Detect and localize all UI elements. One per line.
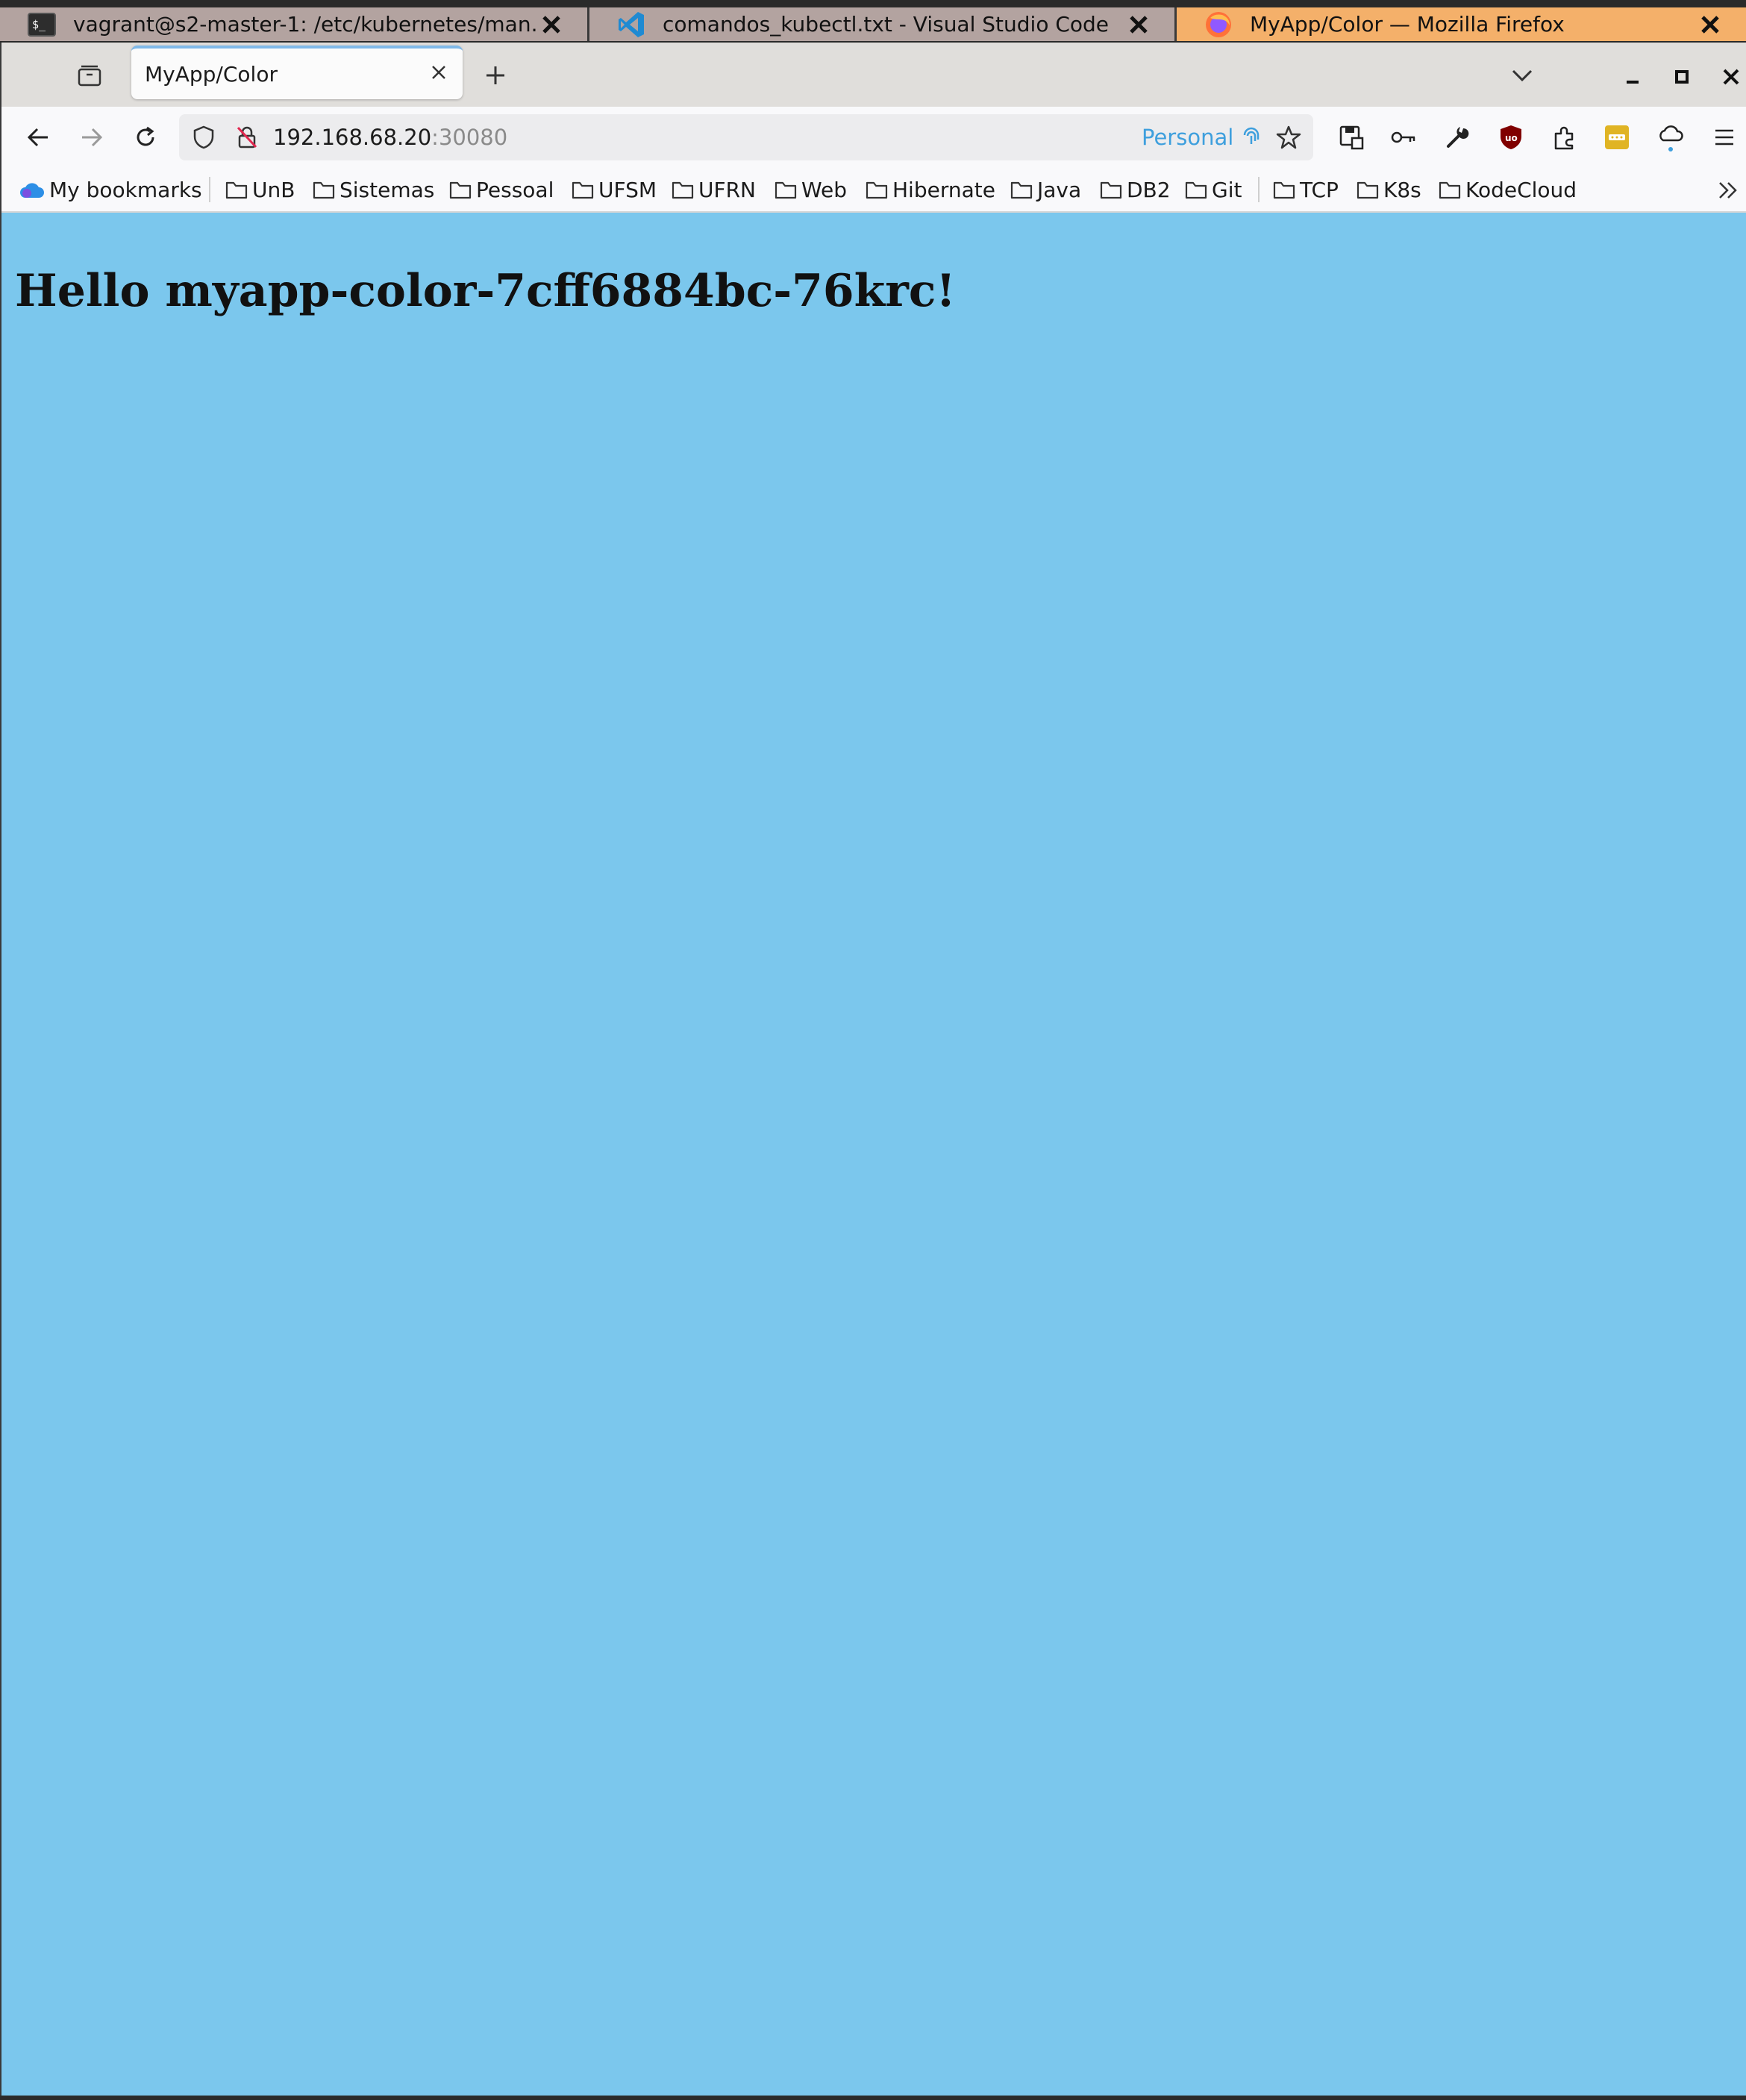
save-to-device-icon[interactable] bbox=[1334, 120, 1368, 154]
tab-overview-icon[interactable] bbox=[73, 59, 106, 92]
svg-text:uo: uo bbox=[1505, 133, 1518, 143]
bookmark-label: TCP bbox=[1300, 177, 1339, 202]
url-port: :30080 bbox=[431, 125, 508, 150]
fingerprint-icon bbox=[1239, 125, 1264, 150]
bookmark-folder-web[interactable]: Web bbox=[775, 175, 847, 204]
bookmark-label: KodeCloud bbox=[1465, 177, 1577, 202]
folder-icon bbox=[1010, 181, 1033, 199]
bookmark-folder-sistemas[interactable]: Sistemas bbox=[313, 175, 434, 204]
bookmark-label: Web bbox=[801, 177, 848, 202]
close-icon[interactable] bbox=[536, 10, 566, 40]
bookmark-star-icon[interactable] bbox=[1273, 122, 1304, 153]
close-icon[interactable] bbox=[1716, 62, 1746, 92]
bookmark-my-bookmarks[interactable]: My bookmarks bbox=[19, 175, 202, 204]
folder-icon bbox=[449, 181, 472, 199]
plus-icon[interactable] bbox=[479, 59, 512, 92]
shield-icon[interactable] bbox=[190, 123, 218, 151]
minimize-icon[interactable] bbox=[1618, 62, 1648, 92]
window-taskbar: $_ vagrant@s2-master-1: /etc/kubernetes/… bbox=[0, 0, 1746, 43]
bookmark-label: DB2 bbox=[1127, 177, 1171, 202]
address-bar[interactable]: 192.168.68.20:30080 Personal bbox=[179, 114, 1313, 160]
bookmark-label: Git bbox=[1212, 177, 1242, 202]
maximize-icon[interactable] bbox=[1667, 62, 1697, 92]
bookmark-folder-db2[interactable]: DB2 bbox=[1100, 175, 1171, 204]
bookmark-separator bbox=[209, 177, 210, 202]
task-label: MyApp/Color — Mozilla Firefox bbox=[1250, 12, 1565, 37]
folder-icon bbox=[1100, 181, 1122, 199]
extensions-puzzle-icon[interactable] bbox=[1548, 120, 1582, 154]
task-terminal[interactable]: $_ vagrant@s2-master-1: /etc/kubernetes/… bbox=[0, 7, 589, 41]
firefox-window: MyApp/Color 192.168.68.20:30080 Personal… bbox=[1, 43, 1746, 2097]
chevron-double-right-icon[interactable] bbox=[1715, 177, 1742, 204]
close-icon[interactable] bbox=[1124, 10, 1154, 40]
bookmark-folder-tcp[interactable]: TCP bbox=[1273, 175, 1339, 204]
bookmark-folder-k8s[interactable]: K8s bbox=[1357, 175, 1421, 204]
bookmark-folder-unb[interactable]: UnB bbox=[225, 175, 295, 204]
folder-icon bbox=[866, 181, 888, 199]
task-label: vagrant@s2-master-1: /etc/kubernetes/man… bbox=[73, 12, 536, 37]
url-text[interactable]: 192.168.68.20:30080 bbox=[273, 125, 507, 150]
close-icon[interactable] bbox=[1695, 10, 1725, 40]
folder-icon bbox=[313, 181, 335, 199]
ublock-icon[interactable]: uo bbox=[1494, 120, 1528, 154]
close-icon[interactable] bbox=[427, 60, 451, 84]
container-label[interactable]: Personal bbox=[1142, 125, 1233, 150]
tab-title: MyApp/Color bbox=[145, 62, 278, 87]
firefox-icon bbox=[1204, 11, 1233, 38]
navigation-toolbar: 192.168.68.20:30080 Personal uo bbox=[1, 107, 1746, 168]
folder-icon bbox=[225, 181, 248, 199]
bookmark-label: My bookmarks bbox=[49, 177, 202, 202]
bookmark-folder-kodecloud[interactable]: KodeCloud bbox=[1439, 175, 1577, 204]
page-heading: Hello myapp-color-7cff6884bc-76krc! bbox=[15, 265, 956, 317]
bookmarks-toolbar: My bookmarks UnB Sistemas Pessoal UFSM U… bbox=[1, 168, 1746, 213]
bookmark-folder-ufrn[interactable]: UFRN bbox=[672, 175, 756, 204]
bookmark-folder-git[interactable]: Git bbox=[1185, 175, 1242, 204]
bookmark-label: K8s bbox=[1383, 177, 1421, 202]
bookmark-label: UFRN bbox=[698, 177, 756, 202]
bookmark-label: Java bbox=[1037, 177, 1082, 202]
bookmark-label: UFSM bbox=[598, 177, 657, 202]
task-firefox[interactable]: MyApp/Color — Mozilla Firefox bbox=[1177, 7, 1746, 41]
bookmark-label: Hibernate bbox=[892, 177, 995, 202]
folder-icon bbox=[1439, 181, 1461, 199]
cloud-icon bbox=[20, 183, 44, 198]
vscode-icon bbox=[616, 11, 646, 38]
task-vscode[interactable]: comandos_kubectl.txt - Visual Studio Cod… bbox=[589, 7, 1177, 41]
folder-icon bbox=[1357, 181, 1379, 199]
bookmark-folder-hibernate[interactable]: Hibernate bbox=[866, 175, 995, 204]
reload-icon[interactable] bbox=[128, 120, 163, 154]
forward-arrow-icon[interactable] bbox=[75, 120, 109, 154]
terminal-icon: $_ bbox=[27, 11, 57, 38]
folder-icon bbox=[672, 181, 694, 199]
window-bottom-border bbox=[0, 2096, 1746, 2100]
wrench-icon[interactable] bbox=[1440, 120, 1474, 154]
bookmark-label: Pessoal bbox=[476, 177, 554, 202]
bookmark-label: Sistemas bbox=[340, 177, 435, 202]
insecure-lock-icon[interactable] bbox=[233, 123, 261, 151]
folder-icon bbox=[775, 181, 797, 199]
key-icon[interactable] bbox=[1386, 120, 1421, 154]
password-manager-icon[interactable] bbox=[1600, 120, 1634, 154]
bookmark-folder-ufsm[interactable]: UFSM bbox=[572, 175, 657, 204]
svg-text:$_: $_ bbox=[32, 18, 46, 31]
bookmark-folder-java[interactable]: Java bbox=[1010, 175, 1081, 204]
back-arrow-icon[interactable] bbox=[21, 120, 55, 154]
sync-cloud-icon[interactable] bbox=[1653, 120, 1688, 154]
task-label: comandos_kubectl.txt - Visual Studio Cod… bbox=[663, 12, 1110, 37]
chevron-down-icon[interactable] bbox=[1506, 59, 1539, 92]
bookmark-folder-pessoal[interactable]: Pessoal bbox=[449, 175, 554, 204]
page-content: Hello myapp-color-7cff6884bc-76krc! bbox=[1, 213, 1746, 2097]
tab-myapp-color[interactable]: MyApp/Color bbox=[131, 46, 463, 99]
tab-strip: MyApp/Color bbox=[1, 43, 1746, 107]
hamburger-menu-icon[interactable] bbox=[1707, 120, 1742, 154]
url-host: 192.168.68.20 bbox=[273, 125, 432, 150]
folder-icon bbox=[1273, 181, 1295, 199]
folder-icon bbox=[1185, 181, 1207, 199]
bookmark-separator bbox=[1258, 177, 1260, 202]
bookmark-label: UnB bbox=[252, 177, 295, 202]
folder-icon bbox=[572, 181, 594, 199]
